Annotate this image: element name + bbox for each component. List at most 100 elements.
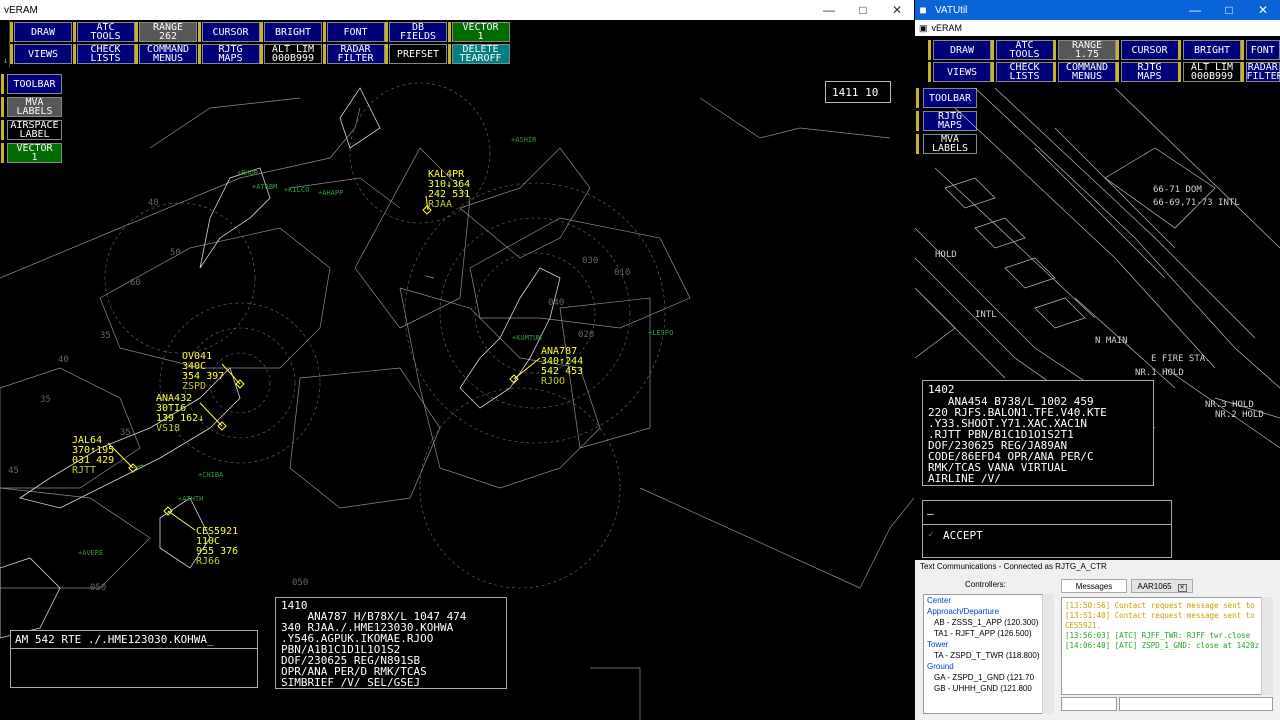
secondary-alt-lim[interactable]: ALT LIM 000B999 <box>1183 62 1241 82</box>
mva-label: 030 <box>582 256 599 266</box>
toolbar-separator <box>447 22 451 42</box>
toolbar-bright[interactable]: BRIGHT <box>264 22 322 42</box>
secondary-views[interactable]: VIEWS <box>933 62 991 82</box>
secondary-range[interactable]: RANGE 1.75 <box>1058 40 1116 60</box>
controllers-list[interactable]: Center Approach/Departure AB - ZSSS_1_APP … <box>923 594 1054 714</box>
airport-map-label: HOLD <box>935 250 957 260</box>
secondary-bright-label: BRIGHT <box>1193 44 1231 56</box>
secondary-command-sublabel: MENUS <box>1071 71 1103 82</box>
aircraft-datablock[interactable]: CES5921 110C 955 376 RJ66 <box>196 527 238 567</box>
aircraft-datablock[interactable]: OV041 340C 354 397 ZSPD <box>182 352 224 392</box>
command-line[interactable]: AM 542 RTE ./.HME123030.KOHWA_ <box>10 630 258 688</box>
tab-close-icon[interactable]: ✕ <box>1177 584 1187 592</box>
controller-group[interactable]: Center <box>924 595 1053 606</box>
tearoff-vector[interactable]: VECTOR 1 <box>7 143 62 163</box>
controller-group[interactable]: Approach/Departure <box>924 606 1053 617</box>
main-window-titlebar: vERAM — □ ✕ <box>0 0 914 20</box>
secondary-rjtg[interactable]: RJTG MAPS <box>1120 62 1179 82</box>
toolbar-separator <box>135 22 138 42</box>
toolbar-alt-lim[interactable]: ALT LIM 000B999 <box>264 44 322 64</box>
minimize-icon[interactable]: — <box>812 3 846 17</box>
controllers-scrollbar[interactable] <box>1042 594 1054 714</box>
toolbar-range[interactable]: RANGE 262 <box>139 22 197 42</box>
toolbar-range-sublabel: 262 <box>158 31 178 42</box>
toolbar-radar[interactable]: RADAR FILTER <box>326 44 385 64</box>
controller-entry[interactable]: GB - UHHH_GND (121.800 <box>924 683 1053 694</box>
secondary-atc-sublabel: TOOLS <box>1009 49 1040 60</box>
aircraft-datablock[interactable]: JAL64 370↑195 031 429 RJTT <box>72 436 114 476</box>
toolbar-delete[interactable]: DELETE TEAROFF <box>451 44 510 64</box>
command-line-text: AM 542 RTE ./.HME123030.KOHWA_ <box>15 633 214 646</box>
controller-entry[interactable]: GA - ZSPD_1_GND (121.70 <box>924 672 1053 683</box>
tearoff-toolbar[interactable]: TOOLBAR <box>7 74 62 94</box>
radar-scope[interactable]: TOOLBAR MVA LABELS AIRSPACE LABEL VECTOR 1 141… <box>0 68 914 720</box>
toolbar-handle-icon[interactable]: ↓ <box>2 20 10 68</box>
vatutil-maximize-icon[interactable]: □ <box>1212 3 1246 17</box>
toolbar-separator <box>1178 40 1181 60</box>
controller-entry[interactable]: TA - ZSPD_T_TWR (118.800) <box>924 650 1053 661</box>
airport-map-label: 66-71 DOM <box>1153 185 1202 195</box>
messages-scrollbar[interactable] <box>1261 597 1273 695</box>
destination: RJOO <box>541 376 566 387</box>
controller-group[interactable]: Tower <box>924 639 1053 650</box>
tearoff-airspace-sublabel: LABEL <box>19 129 50 140</box>
toolbar-bright-label: BRIGHT <box>274 26 312 38</box>
toolbar-font-label: FONT <box>343 26 368 38</box>
close-icon[interactable]: ✕ <box>880 3 914 17</box>
secondary-check[interactable]: CHECK LISTS <box>995 62 1054 82</box>
tearoff-mva[interactable]: MVA LABELS <box>7 97 62 117</box>
toolbar-rjtg[interactable]: RJTG MAPS <box>201 44 260 64</box>
toolbar-atc-sublabel: TOOLS <box>90 31 121 42</box>
message-tab[interactable]: AAR1065 ✕ <box>1131 579 1193 593</box>
toolbar-command[interactable]: COMMAND MENUS <box>139 44 197 64</box>
secondary-atc[interactable]: ATC TOOLS <box>995 40 1054 60</box>
toolbar-separator <box>1053 40 1056 60</box>
message-tab-label: AAR1065 <box>1137 582 1172 591</box>
aircraft-datablock[interactable]: ANA432 30TI6 139 162↓ VS18 <box>156 394 204 434</box>
aircraft-datablock[interactable]: ANA787 340↑244 542 453 RJOO <box>541 347 583 387</box>
toolbar-vector[interactable]: VECTOR 1 <box>451 22 510 42</box>
message-entry: [14:06:40] [ATC] ZSPD_1_GND: close at 14… <box>1065 641 1269 651</box>
response-area[interactable]: — ✓ ACCEPT <box>922 500 1172 558</box>
message-input-2[interactable] <box>1119 697 1273 711</box>
tearoff-toolbar-label: TOOLBAR <box>13 78 56 90</box>
secondary-font[interactable]: FONT <box>1245 40 1280 60</box>
message-time: [13:56:03] <box>1065 631 1115 640</box>
controller-group[interactable]: Ground <box>924 661 1053 672</box>
message-input-1[interactable] <box>1061 697 1117 711</box>
toolbar-separator <box>10 44 13 64</box>
toolbar-views-label: VIEWS <box>27 48 59 60</box>
maximize-icon[interactable]: □ <box>846 3 880 17</box>
secondary-bright[interactable]: BRIGHT <box>1183 40 1241 60</box>
toolbar-prefset-label: PREFSET <box>396 48 440 60</box>
tearoff-separator <box>1 97 4 117</box>
flight-plan-readout: 1410 ANA787 H/B78X/L 1047 474 340 RJAA./.… <box>275 597 507 689</box>
secondary-radar[interactable]: RADAR FILTER <box>1245 62 1280 82</box>
secondary-command[interactable]: COMMAND MENUS <box>1058 62 1116 82</box>
toolbar-prefset[interactable]: PREFSET <box>389 44 447 64</box>
vatutil-close-icon[interactable]: ✕ <box>1246 3 1280 17</box>
toolbar-draw[interactable]: DRAW <box>14 22 72 42</box>
message-tab[interactable]: Messages <box>1061 579 1127 593</box>
toolbar-atc[interactable]: ATC TOOLS <box>76 22 135 42</box>
secondary-cursor[interactable]: CURSOR <box>1120 40 1179 60</box>
main-toolbar: ↓ DRAW ATC TOOLS RANGE 262 CURSOR BRIGHT FONT DB… <box>0 20 914 68</box>
destination: RJAA <box>428 199 453 210</box>
response-prompt: — <box>927 507 934 520</box>
fix-label: +ATHTH <box>178 495 204 503</box>
toolbar-font[interactable]: FONT <box>326 22 385 42</box>
toolbar-db[interactable]: DB FIELDS <box>389 22 447 42</box>
secondary-font-label: FONT <box>1250 44 1275 56</box>
controller-entry[interactable]: AB - ZSSS_1_APP (120.300) <box>924 617 1053 628</box>
vatutil-minimize-icon[interactable]: — <box>1178 3 1212 17</box>
toolbar-cursor[interactable]: CURSOR <box>201 22 260 42</box>
toolbar-views[interactable]: VIEWS <box>14 44 72 64</box>
controller-entry[interactable]: TA1 - RJFT_APP (126.500) <box>924 628 1053 639</box>
mva-label: 40 <box>58 355 69 365</box>
destination: RJ66 <box>196 556 221 567</box>
tearoff-airspace[interactable]: AIRSPACE LABEL <box>7 120 62 140</box>
secondary-draw[interactable]: DRAW <box>933 40 991 60</box>
fix-label: +ATABM <box>252 183 278 191</box>
aircraft-datablock[interactable]: KAL4PR 310↓364 242 531 RJAA <box>428 170 470 210</box>
toolbar-check[interactable]: CHECK LISTS <box>76 44 135 64</box>
